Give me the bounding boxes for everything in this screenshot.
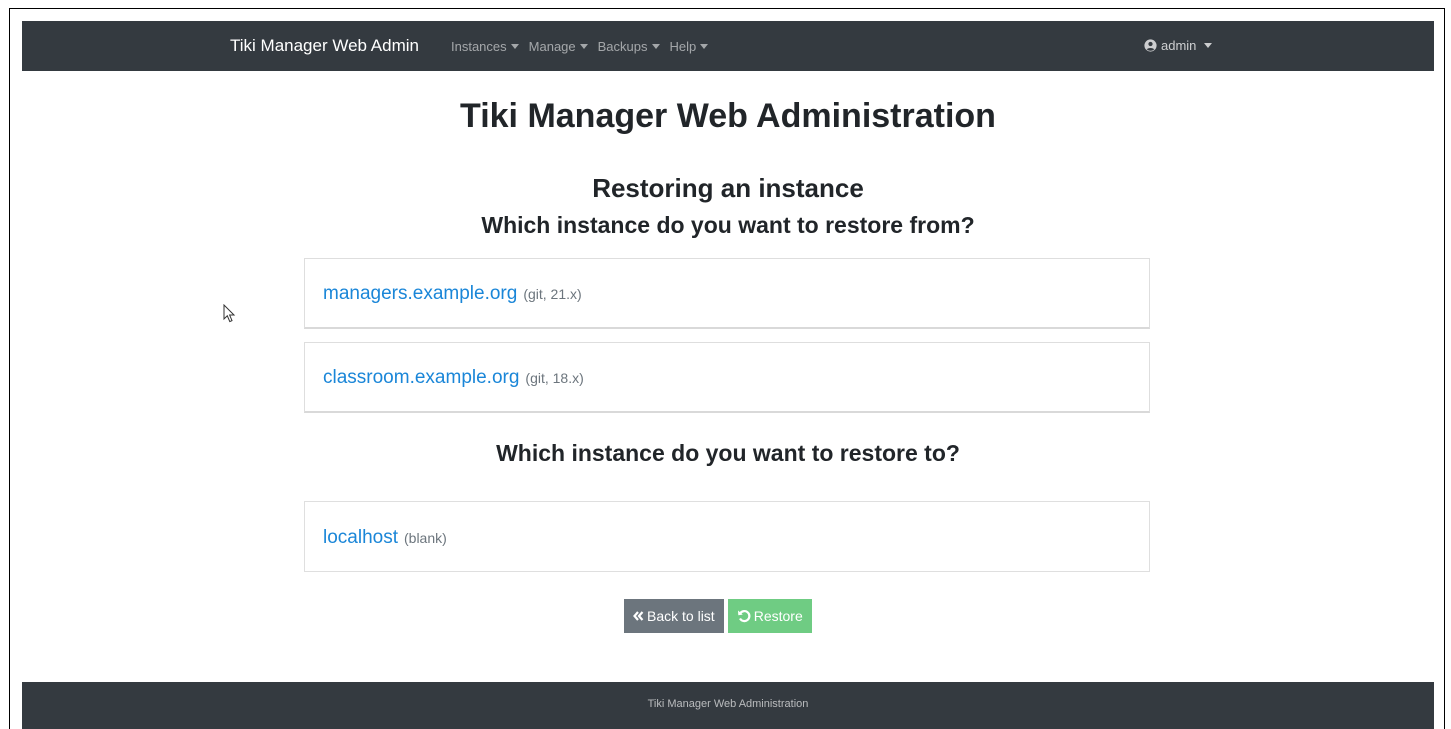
caret-down-icon [510, 44, 519, 49]
source-instance-card: classroom.example.org (git, 18.x) [304, 342, 1150, 413]
page-footer: Tiki Manager Web Administration [22, 682, 1434, 729]
back-to-list-button[interactable]: Back to list [624, 599, 724, 633]
back-to-list-label: Back to list [647, 608, 715, 624]
caret-down-icon [700, 44, 709, 49]
nav-manage-dropdown[interactable]: Manage [529, 39, 588, 54]
source-instance-card: managers.example.org (git, 21.x) [304, 258, 1150, 329]
nav-instances-dropdown[interactable]: Instances [451, 39, 519, 54]
page-title: Tiki Manager Web Administration [460, 97, 996, 135]
instance-name: classroom.example.org [323, 367, 520, 388]
user-name: admin [1161, 38, 1197, 53]
restore-from-question: Which instance do you want to restore fr… [481, 212, 975, 238]
footer-text: Tiki Manager Web Administration [647, 698, 809, 710]
caret-down-icon [1204, 43, 1213, 48]
restore-to-question: Which instance do you want to restore to… [496, 440, 960, 466]
nav-manage-label: Manage [528, 39, 576, 54]
instance-name: localhost [323, 527, 398, 548]
action-buttons: Back to list Restore [624, 599, 812, 633]
nav-help-dropdown[interactable]: Help [670, 39, 709, 54]
top-navbar: Tiki Manager Web Admin Instances Manage … [22, 21, 1434, 71]
target-instance-card: localhost (blank) [304, 501, 1150, 572]
instance-meta: (git, 21.x) [523, 286, 582, 302]
instance-name: managers.example.org [323, 283, 518, 304]
instance-link[interactable]: classroom.example.org (git, 18.x) [323, 367, 584, 389]
user-menu-dropdown[interactable]: admin [1144, 38, 1213, 53]
instance-meta: (git, 18.x) [525, 370, 584, 386]
restore-label: Restore [753, 608, 803, 624]
instance-meta: (blank) [404, 530, 447, 546]
nav-backups-dropdown[interactable]: Backups [598, 39, 660, 54]
nav-instances-label: Instances [451, 39, 507, 54]
nav-help-label: Help [669, 39, 697, 54]
instance-link[interactable]: localhost (blank) [323, 527, 447, 549]
nav-backups-label: Backups [597, 39, 648, 54]
nav-menu: Instances Manage Backups Help [451, 39, 709, 54]
mouse-cursor-icon [223, 304, 236, 323]
undo-icon [737, 610, 751, 623]
section-heading: Restoring an instance [592, 173, 864, 203]
navbar-brand[interactable]: Tiki Manager Web Admin [230, 36, 419, 56]
browser-viewport: Tiki Manager Web Admin Instances Manage … [9, 8, 1445, 729]
caret-down-icon [651, 44, 660, 49]
restore-button[interactable]: Restore [727, 599, 812, 633]
user-circle-icon [1144, 39, 1157, 52]
instance-link[interactable]: managers.example.org (git, 21.x) [323, 283, 582, 305]
caret-down-icon [579, 44, 588, 49]
double-chevron-left-icon [633, 611, 644, 621]
